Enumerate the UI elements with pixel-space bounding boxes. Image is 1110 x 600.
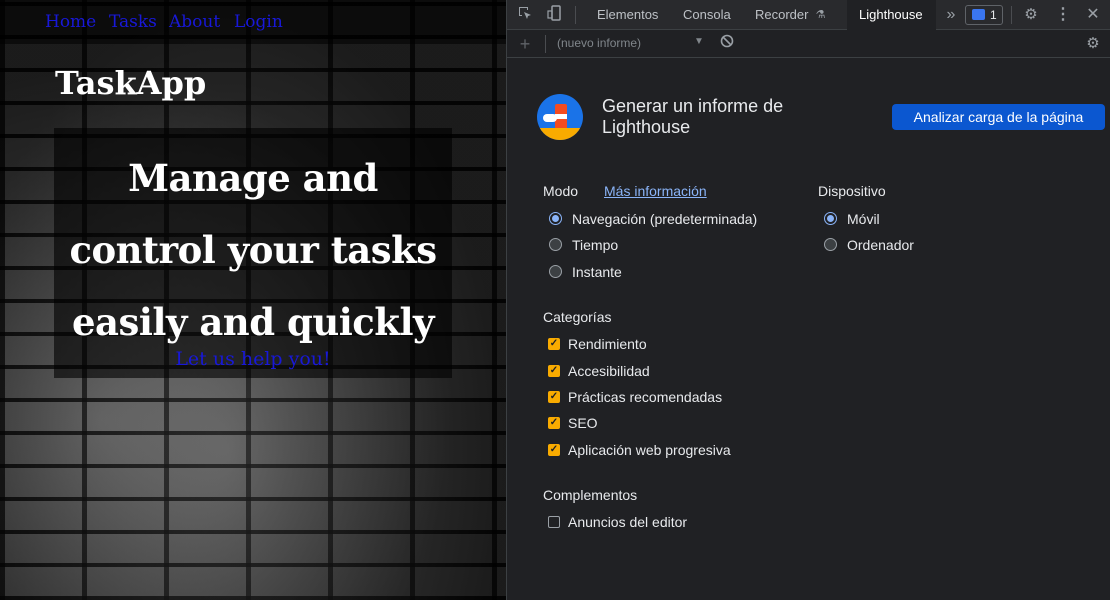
hero-title: Manage and control your tasks easily and… — [54, 142, 452, 358]
more-tabs-icon[interactable]: » — [941, 5, 961, 25]
tab-elementos[interactable]: Elementos — [585, 0, 670, 30]
toolbar-divider — [545, 35, 546, 53]
clear-reports-icon[interactable] — [717, 34, 737, 54]
flask-icon: ⚗ — [815, 9, 826, 21]
lighthouse-logo-base — [537, 128, 583, 140]
category-best-practices[interactable]: ✓ Prácticas recomendadas — [548, 388, 768, 406]
mode-label: Modo — [543, 183, 579, 199]
plugin-label: Anuncios del editor — [568, 514, 688, 530]
mode-option-snapshot[interactable]: Instante — [549, 263, 789, 281]
tabbar-divider — [1011, 6, 1012, 24]
device-option-label: Ordenador — [847, 237, 914, 253]
category-label: SEO — [568, 415, 598, 431]
nav-link-tasks[interactable]: Tasks — [109, 12, 157, 32]
radio-unselected[interactable] — [824, 238, 837, 251]
categories-label: Categorías — [543, 309, 612, 325]
tab-recorder[interactable]: Recorder ⚗ — [743, 0, 834, 30]
mode-option-timespan[interactable]: Tiempo — [549, 236, 789, 254]
plugin-publisher-ads[interactable]: Anuncios del editor — [548, 513, 768, 531]
device-label: Dispositivo — [818, 183, 886, 199]
lighthouse-settings-gear-icon[interactable]: ⚙ — [1083, 34, 1103, 54]
checkbox-checked[interactable]: ✓ — [548, 417, 560, 429]
hero-line-1: Manage and — [128, 156, 378, 200]
tab-consola[interactable]: Consola — [671, 0, 743, 30]
hero-box: Manage and control your tasks easily and… — [54, 128, 452, 378]
site-navbar: Home Tasks About Login — [0, 0, 506, 44]
category-label: Accesibilidad — [568, 363, 650, 379]
issues-count: 1 — [990, 8, 997, 22]
site-brand[interactable]: TaskApp — [55, 64, 206, 102]
inspect-element-icon[interactable] — [515, 5, 535, 25]
checkbox-checked[interactable]: ✓ — [548, 338, 560, 350]
checkbox-checked[interactable]: ✓ — [548, 391, 560, 403]
device-option-desktop[interactable]: Ordenador — [824, 236, 944, 254]
nav-link-login[interactable]: Login — [234, 12, 283, 32]
mode-option-label: Navegación (predeterminada) — [572, 211, 758, 227]
mode-option-label: Tiempo — [572, 237, 619, 253]
mode-option-label: Instante — [572, 264, 622, 280]
lighthouse-header-title: Generar un informe de Lighthouse — [602, 96, 784, 137]
category-label: Aplicación web progresiva — [568, 442, 731, 458]
category-seo[interactable]: ✓ SEO — [548, 414, 768, 432]
nav-link-about[interactable]: About — [169, 12, 220, 32]
web-page-viewport: Home Tasks About Login TaskApp Manage an… — [0, 0, 506, 600]
tabbar-divider — [575, 6, 576, 24]
issues-badge[interactable]: 1 — [965, 5, 1003, 25]
mode-option-navigation[interactable]: Navegación (predeterminada) — [549, 210, 789, 228]
report-select[interactable]: (nuevo informe) — [557, 36, 641, 50]
checkbox-checked[interactable]: ✓ — [548, 444, 560, 456]
tab-recorder-label: Recorder — [755, 7, 809, 22]
more-info-link[interactable]: Más información — [604, 183, 707, 199]
checkbox-checked[interactable]: ✓ — [548, 365, 560, 377]
more-options-icon[interactable]: ⋮ — [1053, 5, 1073, 25]
device-toolbar-icon[interactable] — [545, 5, 565, 25]
radio-selected[interactable] — [549, 212, 562, 225]
lighthouse-toolbar: + (nuevo informe) ▼ ⚙ — [507, 30, 1110, 58]
category-pwa[interactable]: ✓ Aplicación web progresiva — [548, 441, 768, 459]
close-devtools-icon[interactable]: ✕ — [1083, 5, 1103, 25]
category-performance[interactable]: ✓ Rendimiento — [548, 335, 768, 353]
devtools-panel: Elementos Consola Recorder ⚗ Lighthouse … — [506, 0, 1110, 600]
category-accessibility[interactable]: ✓ Accesibilidad — [548, 362, 768, 380]
nav-link-home[interactable]: Home — [45, 12, 96, 32]
radio-unselected[interactable] — [549, 265, 562, 278]
new-report-plus-icon[interactable]: + — [515, 34, 535, 54]
issues-icon — [972, 9, 985, 20]
analyze-page-load-button[interactable]: Analizar carga de la página — [892, 104, 1105, 130]
settings-gear-icon[interactable]: ⚙ — [1021, 5, 1041, 25]
radio-unselected[interactable] — [549, 238, 562, 251]
lighthouse-logo-icon — [537, 94, 583, 140]
device-option-label: Móvil — [847, 211, 880, 227]
devtools-tabbar: Elementos Consola Recorder ⚗ Lighthouse … — [507, 0, 1110, 30]
lighthouse-logo-cloud — [543, 114, 557, 122]
tab-lighthouse[interactable]: Lighthouse — [847, 0, 936, 30]
plugins-label: Complementos — [543, 487, 638, 503]
report-select-chevron-icon[interactable]: ▼ — [694, 36, 704, 47]
category-label: Prácticas recomendadas — [568, 389, 723, 405]
hero-subtitle-link[interactable]: Let us help you! — [54, 348, 452, 370]
hero-line-2: control your tasks — [69, 228, 437, 272]
radio-selected[interactable] — [824, 212, 837, 225]
category-label: Rendimiento — [568, 336, 647, 352]
checkbox-unchecked[interactable] — [548, 516, 560, 528]
device-option-mobile[interactable]: Móvil — [824, 210, 944, 228]
